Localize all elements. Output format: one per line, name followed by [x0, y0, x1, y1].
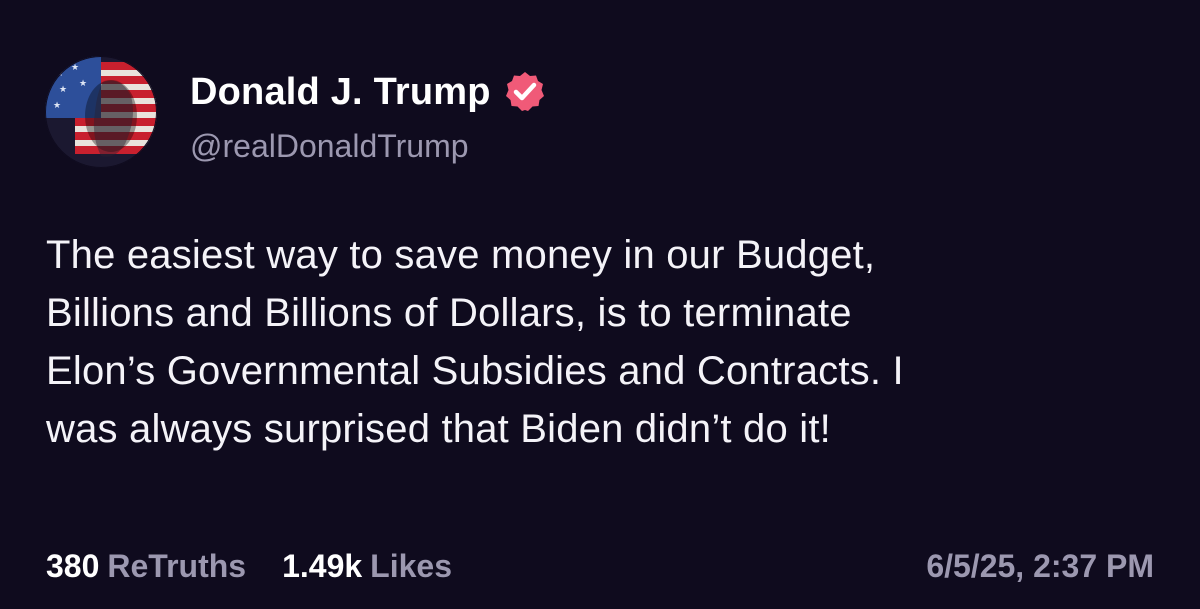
post-body-line: The easiest way to save money in our Bud… — [46, 233, 876, 277]
post-body-line: Billions and Billions of Dollars, is to … — [46, 291, 852, 335]
post-body: The easiest way to save money in our Bud… — [46, 226, 1156, 458]
post-stats: 380 ReTruths 1.49k Likes — [46, 544, 488, 588]
author-avatar[interactable]: ★ ★ ★ ★ ★ — [45, 56, 157, 168]
retruths-label: ReTruths — [107, 547, 247, 584]
author-info: Donald J. Trump @realDonaldTrump — [190, 68, 547, 166]
author-handle[interactable]: @realDonaldTrump — [190, 126, 547, 166]
author-display-name[interactable]: Donald J. Trump — [190, 68, 491, 116]
post-body-line: Elon’s Governmental Subsidies and Contra… — [46, 349, 904, 393]
likes-stat[interactable]: 1.49k Likes — [282, 548, 452, 585]
svg-text:★: ★ — [53, 101, 61, 111]
retruths-count: 380 — [46, 547, 100, 584]
verified-badge-icon — [503, 70, 547, 114]
likes-count: 1.49k — [282, 547, 363, 584]
svg-text:★: ★ — [59, 85, 67, 95]
retruths-stat[interactable]: 380 ReTruths — [46, 548, 246, 585]
flag-painted-face-avatar-icon: ★ ★ ★ ★ ★ — [45, 56, 157, 168]
svg-text:★: ★ — [79, 79, 87, 89]
likes-label: Likes — [370, 547, 452, 584]
post-body-line: was always surprised that Biden didn’t d… — [46, 407, 831, 451]
post-card: ★ ★ ★ ★ ★ Donald J. Trump @realDonaldTru… — [0, 0, 1200, 609]
author-name-row: Donald J. Trump — [190, 68, 547, 116]
post-timestamp[interactable]: 6/5/25, 2:37 PM — [926, 544, 1154, 588]
